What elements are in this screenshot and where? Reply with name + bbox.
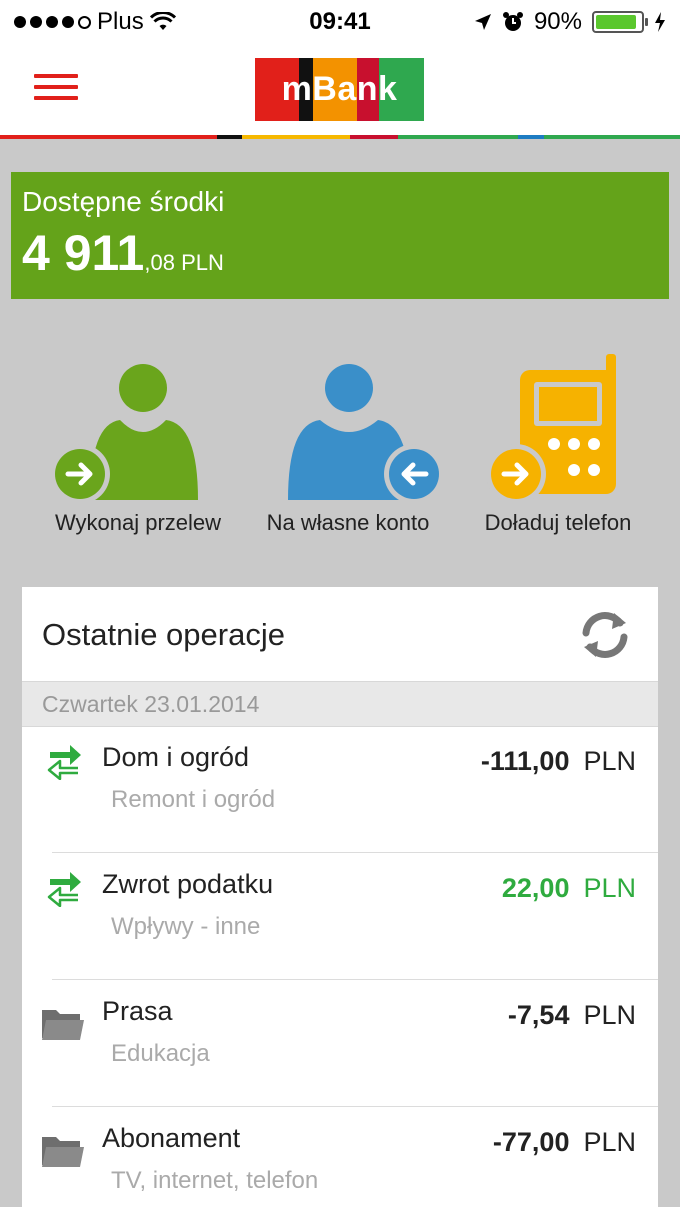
operation-amount: -7,54 PLN [508,1000,636,1031]
app-header: mBank [0,44,680,135]
operation-title: Dom i ogród [102,742,250,772]
amount-currency: PLN [583,746,636,776]
location-arrow-icon [474,14,491,30]
transfer-icon [47,745,81,780]
operation-title: Abonament [102,1123,241,1153]
amount-currency: PLN [583,873,636,903]
mbank-logo: mBank [255,58,424,121]
hamburger-menu-icon[interactable] [34,74,78,104]
operation-row[interactable]: Dom i ogród Remont i ogród -111,00 PLN [22,726,658,853]
make-transfer-label: Wykonaj przelew [54,510,222,535]
operation-category: Wpływy - inne [111,913,261,940]
phone-topup-label: Doładuj telefon [484,510,632,535]
available-funds-card[interactable]: Dostępne środki 4 911,08 PLN [11,172,669,299]
amount-value: -7,54 [507,1000,570,1030]
person-arrow-right-icon [50,364,198,502]
operation-category: Edukacja [111,1040,210,1067]
charging-bolt-icon [655,12,665,32]
amount-currency: PLN [583,1000,636,1030]
amount-decimal: ,08 PLN [144,250,224,275]
operation-amount: 22,00 PLN [502,873,636,904]
logo-text: mBank [281,70,398,108]
make-transfer-button[interactable]: Wykonaj przelew [28,352,248,542]
amount-value: -111,00 [480,746,570,776]
operation-amount: -77,00 PLN [493,1127,636,1158]
person-arrow-left-icon [288,364,444,502]
amount-value: 22,00 [501,873,570,903]
operation-row[interactable]: Zwrot podatku Wpływy - inne 22,00 PLN [22,853,658,980]
folder-icon [42,1010,84,1040]
recent-operations-title: Ostatnie operacje [42,617,285,652]
amount-currency: PLN [583,1127,636,1157]
battery-icon [592,11,648,33]
own-account-transfer-button[interactable]: Na własne konto [238,352,458,542]
operation-row[interactable]: Abonament TV, internet, telefon -77,00 PL… [22,1107,658,1207]
phone-topup-icon [486,354,616,502]
transfer-icon [47,872,81,907]
folder-icon [42,1137,84,1167]
date-header: Czwartek 23.01.2014 [22,681,658,727]
available-funds-label: Dostępne środki [22,186,225,217]
operation-title: Zwrot podatku [102,869,274,899]
brand-stripe [0,135,680,139]
alarm-icon [502,12,523,31]
status-bar: Plus 09:41 90% [0,0,680,44]
operation-category: Remont i ogród [111,786,276,813]
phone-topup-button[interactable]: Doładuj telefon [448,352,668,542]
date-label: Czwartek 23.01.2014 [42,691,260,717]
available-funds-amount: 4 911,08 PLN [22,224,224,282]
refresh-icon[interactable] [574,607,636,663]
amount-value: -77,00 [492,1127,570,1157]
operation-amount: -111,00 PLN [481,746,636,777]
amount-integer: 4 911 [22,225,145,281]
operation-category: TV, internet, telefon [111,1167,319,1194]
operation-title: Prasa [102,996,173,1026]
battery-percent: 90% [533,8,582,35]
operation-row[interactable]: Prasa Edukacja -7,54 PLN [22,980,658,1107]
recent-operations-panel: Ostatnie operacje Czwartek 23.01.2014 Do… [22,587,658,1207]
own-account-label: Na własne konto [266,510,430,535]
